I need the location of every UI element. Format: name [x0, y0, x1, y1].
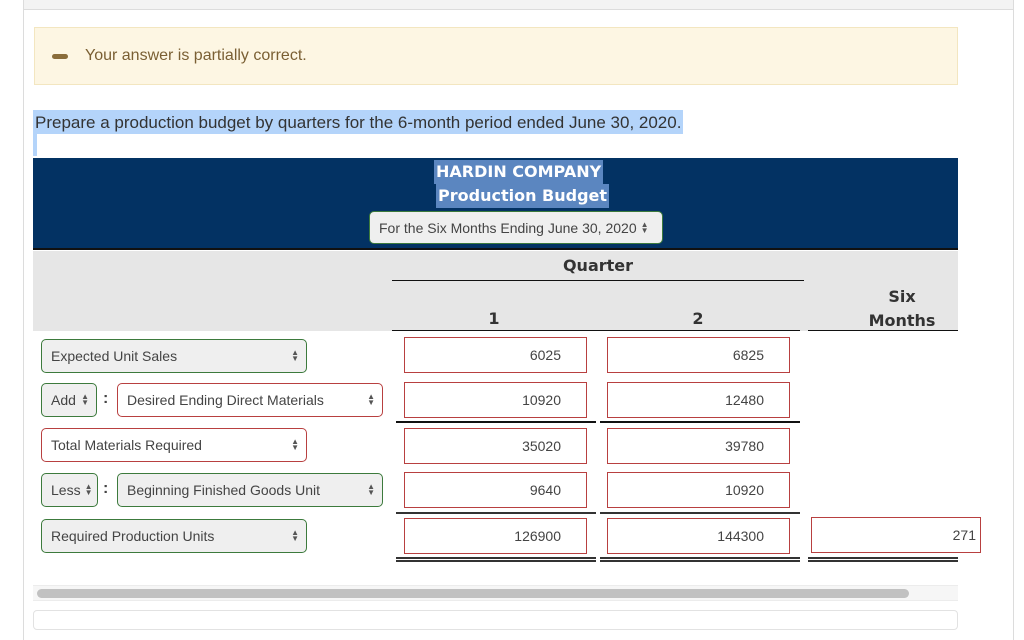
q2-input-total-required[interactable]: 39780: [607, 428, 790, 464]
operator-label: Less: [51, 482, 81, 498]
panel-top-bar: [24, 0, 1013, 10]
select-arrows-icon: ▲ ▼: [291, 528, 299, 543]
period-select-value: For the Six Months Ending June 30, 2020: [379, 219, 637, 236]
total-double-rule-q2: [600, 557, 800, 562]
column-header-q2: 2: [692, 309, 704, 328]
select-arrows-icon: ▲ ▼: [367, 392, 375, 407]
operator-select-less[interactable]: Less ▲ ▼: [41, 473, 98, 507]
instruction-text: Prepare a production budget by quarters …: [33, 110, 684, 134]
text-selection-caret: [33, 134, 37, 156]
quarter-rule: [392, 280, 804, 281]
feedback-banner: Your answer is partially correct.: [34, 27, 958, 85]
operator-select-add[interactable]: Add ▲ ▼: [41, 383, 97, 417]
company-name: HARDIN COMPANY: [434, 160, 604, 184]
six-months-input-required-production[interactable]: 271: [811, 517, 981, 553]
q1-input-required-production[interactable]: 126900: [404, 518, 587, 554]
row-label-select-ending-materials[interactable]: Desired Ending Direct Materials ▲ ▼: [117, 383, 383, 417]
column-header-six-months: Six Months: [846, 285, 958, 333]
q2-input-ending-materials[interactable]: 12480: [607, 382, 790, 418]
row-label: Total Materials Required: [51, 437, 202, 453]
total-double-rule-six: [808, 557, 958, 562]
select-arrows-icon: ▲ ▼: [291, 437, 299, 452]
q1-input-expected-sales[interactable]: 6025: [404, 337, 587, 373]
select-arrows-icon: ▲ ▼: [640, 219, 649, 235]
q1-input-beginning-goods[interactable]: 9640: [404, 472, 587, 508]
q1-rule: [392, 330, 596, 331]
period-select[interactable]: For the Six Months Ending June 30, 2020 …: [369, 211, 663, 244]
row-label-select-expected-sales[interactable]: Expected Unit Sales ▲ ▼: [41, 339, 307, 373]
select-arrows-icon: ▲ ▼: [81, 392, 89, 407]
colon-separator: :: [103, 480, 109, 497]
q1-input-ending-materials[interactable]: 10920: [404, 382, 587, 418]
quarter-group-label: Quarter: [562, 256, 634, 275]
row-label-select-required-production[interactable]: Required Production Units ▲ ▼: [41, 519, 307, 553]
horizontal-scrollbar[interactable]: [33, 585, 958, 601]
minus-icon: [52, 53, 68, 59]
scrollbar-thumb[interactable]: [37, 589, 909, 598]
operator-label: Add: [51, 392, 76, 408]
subtotal-rule-q2: [600, 421, 800, 423]
row-label: Desired Ending Direct Materials: [127, 392, 324, 408]
six-months-line1: Six: [888, 287, 916, 306]
q2-rule: [596, 330, 800, 331]
total-double-rule-q1: [396, 557, 596, 562]
subtotal-rule-q1-b: [396, 512, 596, 517]
next-section-box: [33, 610, 958, 630]
row-label: Required Production Units: [51, 528, 215, 544]
select-arrows-icon: ▲ ▼: [84, 482, 93, 497]
subtotal-rule-q1: [396, 421, 596, 423]
feedback-message: Your answer is partially correct.: [85, 47, 307, 64]
q2-input-required-production[interactable]: 144300: [607, 518, 790, 554]
select-arrows-icon: ▲ ▼: [291, 348, 299, 363]
row-label: Beginning Finished Goods Unit: [127, 482, 321, 498]
row-label-select-beginning-goods[interactable]: Beginning Finished Goods Unit ▲ ▼: [117, 473, 383, 507]
subtotal-rule-q2-b: [600, 512, 800, 517]
budget-title: Production Budget: [436, 184, 610, 208]
select-arrows-icon: ▲ ▼: [367, 482, 375, 497]
row-label: Expected Unit Sales: [51, 348, 178, 364]
q2-input-expected-sales[interactable]: 6825: [607, 337, 790, 373]
q2-input-beginning-goods[interactable]: 10920: [607, 472, 790, 508]
colon-separator: :: [103, 390, 109, 407]
six-months-rule: [808, 330, 958, 331]
column-header-q1: 1: [488, 309, 500, 328]
q1-input-total-required[interactable]: 35020: [404, 428, 587, 464]
row-label-select-total-required[interactable]: Total Materials Required ▲ ▼: [41, 428, 307, 462]
